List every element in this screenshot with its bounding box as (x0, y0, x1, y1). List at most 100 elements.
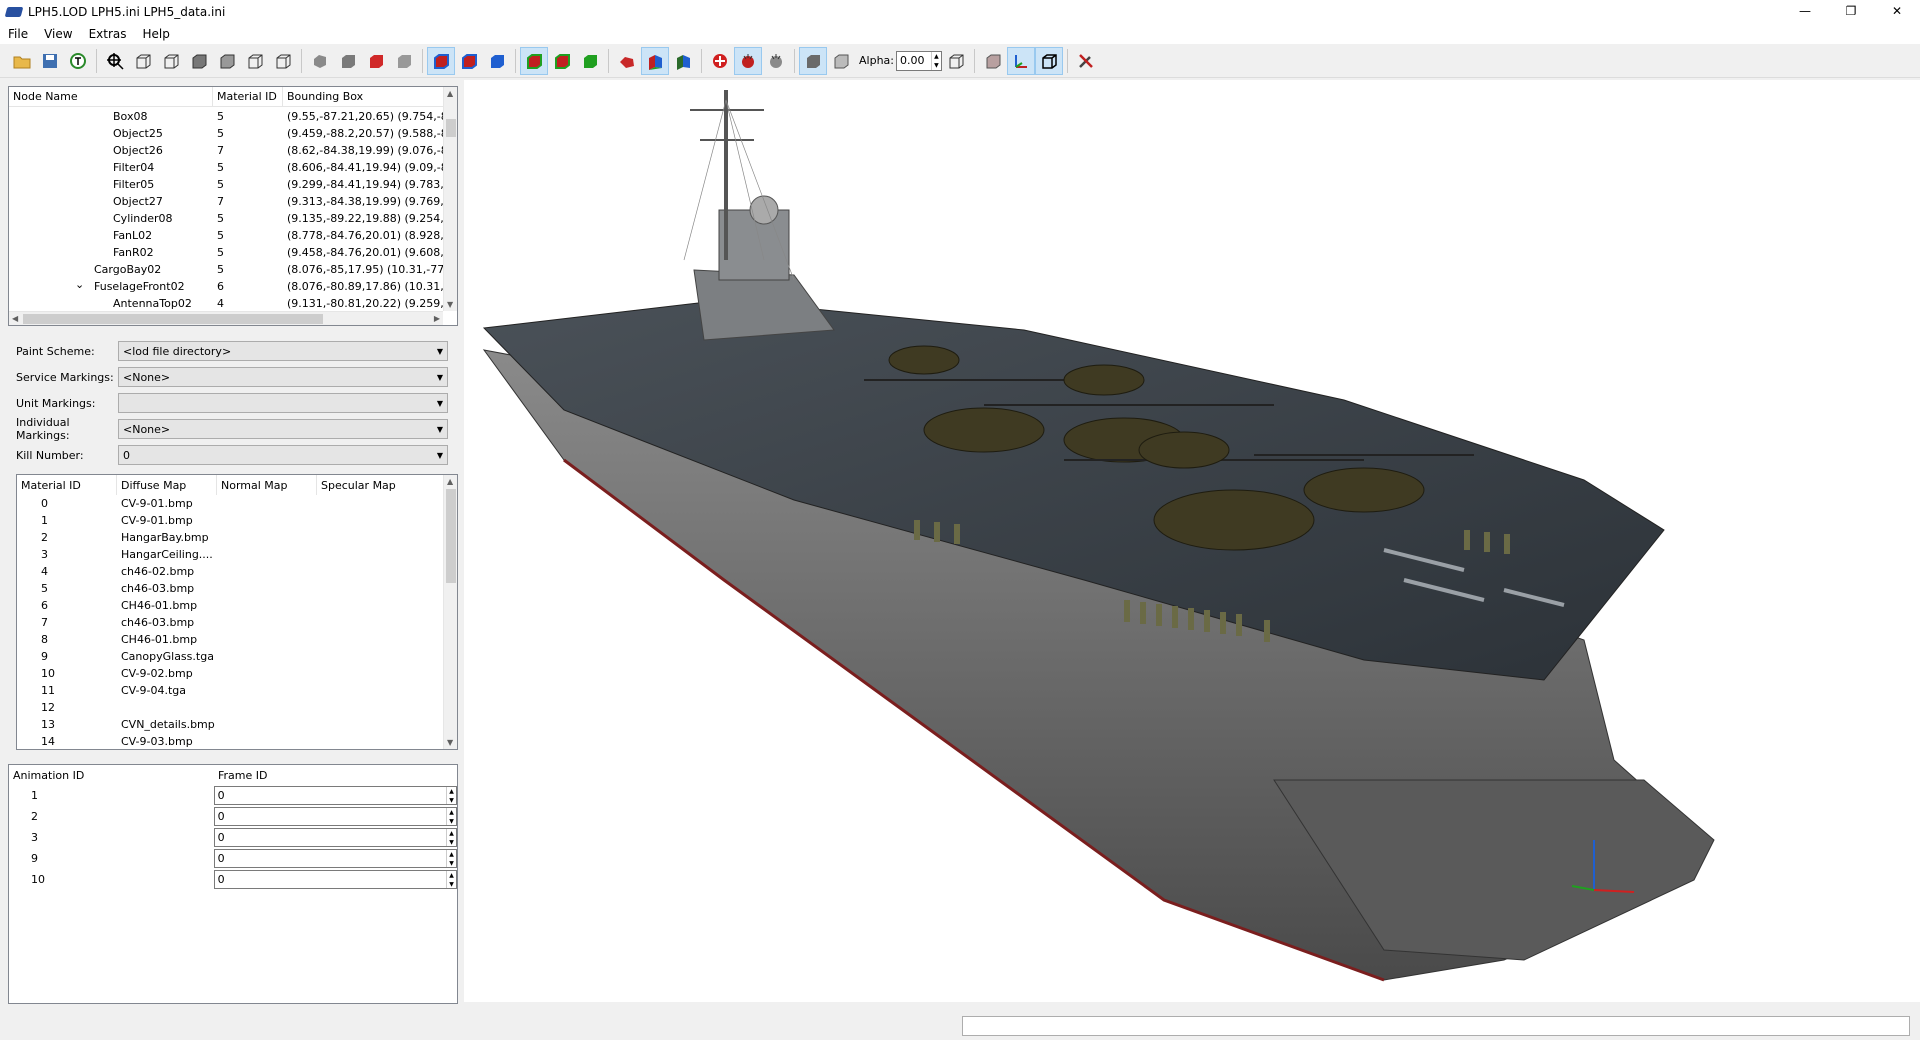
table-row[interactable]: 1 0 ▲ ▼ (9, 785, 457, 806)
render-smooth-button[interactable] (334, 47, 362, 75)
tree-row[interactable]: ⌄ FuselageFront02 6 (8.076,-80.89,17.86) (1… (9, 278, 447, 295)
tree-row[interactable]: Box08 5 (9.55,-87.21,20.65) (9.754,-86.6 (9, 108, 447, 125)
render-textured-button[interactable] (390, 47, 418, 75)
minimize-button[interactable]: — (1782, 0, 1828, 22)
bounding-box-button[interactable] (1034, 46, 1063, 75)
save-button[interactable] (36, 47, 64, 75)
lighting-button[interactable] (613, 47, 641, 75)
individual-markings-select[interactable]: <None> ▼ (118, 419, 448, 439)
zoom-extents-button[interactable] (101, 47, 129, 75)
frame-spinbox[interactable]: 0 ▲ ▼ (213, 870, 457, 889)
dropdown-arrow-icon[interactable]: ▼ (437, 425, 443, 434)
alpha-spinbox[interactable]: 0.00 ▲ ▼ (895, 50, 942, 71)
table-row[interactable]: 6 CH46-01.bmp (17, 597, 457, 614)
frame-value[interactable]: 0 (218, 789, 225, 802)
close-button[interactable]: ✕ (1874, 0, 1920, 22)
view-top-button[interactable] (241, 47, 269, 75)
column-normal-map[interactable]: Normal Map (217, 475, 317, 495)
column-diffuse-map[interactable]: Diffuse Map (117, 475, 217, 495)
green-select-button[interactable] (548, 47, 576, 75)
materials-vscroll[interactable]: ▲ ▼ (443, 475, 457, 749)
spin-arrows[interactable]: ▲ ▼ (446, 850, 456, 867)
tree-row[interactable]: Object26 7 (8.62,-84.38,19.99) (9.076,-84.… (9, 142, 447, 159)
table-row[interactable]: 3 0 ▲ ▼ (9, 827, 457, 848)
dropdown-arrow-icon[interactable]: ▼ (437, 451, 443, 460)
green-bbox-button[interactable] (520, 46, 548, 75)
scroll-up-icon[interactable]: ▲ (447, 477, 453, 486)
3d-viewport[interactable] (464, 80, 1920, 1002)
tree-row[interactable]: FanL02 5 (8.778,-84.76,20.01) (8.928,-84. (9, 227, 447, 244)
table-row[interactable]: 10 0 ▲ ▼ (9, 869, 457, 890)
service-markings-select[interactable]: <None> ▼ (118, 367, 448, 387)
texture-preview-button[interactable] (979, 47, 1007, 75)
table-row[interactable]: 14 CV-9-03.bmp (17, 733, 457, 749)
view-bottom-button[interactable] (269, 47, 297, 75)
bug-gray-button[interactable] (762, 47, 790, 75)
table-row[interactable]: 8 CH46-01.bmp (17, 631, 457, 648)
alpha-value[interactable]: 0.00 (900, 54, 925, 67)
show-wire-button[interactable] (483, 47, 511, 75)
spin-arrows[interactable]: ▲ ▼ (446, 829, 456, 846)
node-tree-vscroll[interactable]: ▲ ▼ (443, 87, 457, 311)
spin-down-icon[interactable]: ▼ (449, 796, 454, 805)
menu-view[interactable]: View (36, 27, 80, 41)
spin-up-icon[interactable]: ▲ (449, 850, 454, 859)
column-frame-id[interactable]: Frame ID (214, 765, 454, 785)
table-row[interactable]: 0 CV-9-01.bmp (17, 495, 457, 512)
column-animation-id[interactable]: Animation ID (9, 765, 214, 785)
spin-arrows[interactable]: ▲ ▼ (930, 51, 941, 70)
frame-value[interactable]: 0 (218, 852, 225, 865)
column-material-id[interactable]: Material ID (213, 87, 283, 106)
table-row[interactable]: 4 ch46-02.bmp (17, 563, 457, 580)
spin-down-icon[interactable]: ▼ (934, 61, 939, 70)
frame-value[interactable]: 0 (218, 831, 225, 844)
scroll-thumb[interactable] (23, 314, 323, 324)
dropdown-arrow-icon[interactable]: ▼ (437, 373, 443, 382)
scroll-down-icon[interactable]: ▼ (447, 300, 453, 309)
table-row[interactable]: 7 ch46-03.bmp (17, 614, 457, 631)
spin-down-icon[interactable]: ▼ (449, 838, 454, 847)
spin-up-icon[interactable]: ▲ (934, 52, 939, 61)
node-tree-hscroll[interactable]: ◀ ▶ (9, 311, 443, 325)
dropdown-arrow-icon[interactable]: ▼ (437, 399, 443, 408)
scroll-thumb[interactable] (446, 119, 456, 137)
table-row[interactable]: 1 CV-9-01.bmp (17, 512, 457, 529)
column-bounding-box[interactable]: Bounding Box (283, 87, 447, 106)
transparent-cube-button[interactable] (827, 47, 855, 75)
table-row[interactable]: 2 0 ▲ ▼ (9, 806, 457, 827)
tree-row[interactable]: FanR02 5 (9.458,-84.76,20.01) (9.608,-84. (9, 244, 447, 261)
unit-markings-select[interactable]: ▼ (118, 393, 448, 413)
settings-button[interactable] (1072, 47, 1100, 75)
open-button[interactable] (8, 47, 36, 75)
tree-row[interactable]: Filter05 5 (9.299,-84.41,19.94) (9.783,-84… (9, 176, 447, 193)
frame-spinbox[interactable]: 0 ▲ ▼ (213, 807, 457, 826)
table-row[interactable]: 2 HangarBay.bmp (17, 529, 457, 546)
axes-color-button[interactable] (641, 46, 669, 75)
column-node-name[interactable]: Node Name (9, 87, 213, 106)
green-all-button[interactable] (576, 47, 604, 75)
scroll-thumb[interactable] (446, 489, 456, 583)
view-back-button[interactable] (157, 47, 185, 75)
frame-value[interactable]: 0 (218, 810, 225, 823)
table-row[interactable]: 5 ch46-03.bmp (17, 580, 457, 597)
table-row[interactable]: 13 CVN_details.bmp (17, 716, 457, 733)
column-specular-map[interactable]: Specular Map (317, 475, 443, 495)
bug-red-button[interactable] (734, 46, 762, 75)
spin-arrows[interactable]: ▲ ▼ (446, 871, 456, 888)
maximize-button[interactable]: ❐ (1828, 0, 1874, 22)
expand-chevron-icon[interactable]: ⌄ (75, 278, 84, 291)
render-flat-button[interactable] (306, 47, 334, 75)
scroll-up-icon[interactable]: ▲ (447, 89, 453, 98)
view-front-button[interactable] (129, 47, 157, 75)
materials-table[interactable]: Material ID Diffuse Map Normal Map Specu… (16, 474, 458, 750)
spin-down-icon[interactable]: ▼ (449, 880, 454, 889)
spin-down-icon[interactable]: ▼ (449, 859, 454, 868)
solid-cube-button[interactable] (799, 46, 827, 75)
kill-number-select[interactable]: 0 ▼ (118, 445, 448, 465)
frame-value[interactable]: 0 (218, 873, 225, 886)
tree-row[interactable]: Filter04 5 (8.606,-84.41,19.94) (9.09,-84.… (9, 159, 447, 176)
frame-spinbox[interactable]: 0 ▲ ▼ (213, 849, 457, 868)
axes-button[interactable] (1006, 46, 1035, 75)
frame-spinbox[interactable]: 0 ▲ ▼ (213, 828, 457, 847)
table-row[interactable]: 11 CV-9-04.tga (17, 682, 457, 699)
